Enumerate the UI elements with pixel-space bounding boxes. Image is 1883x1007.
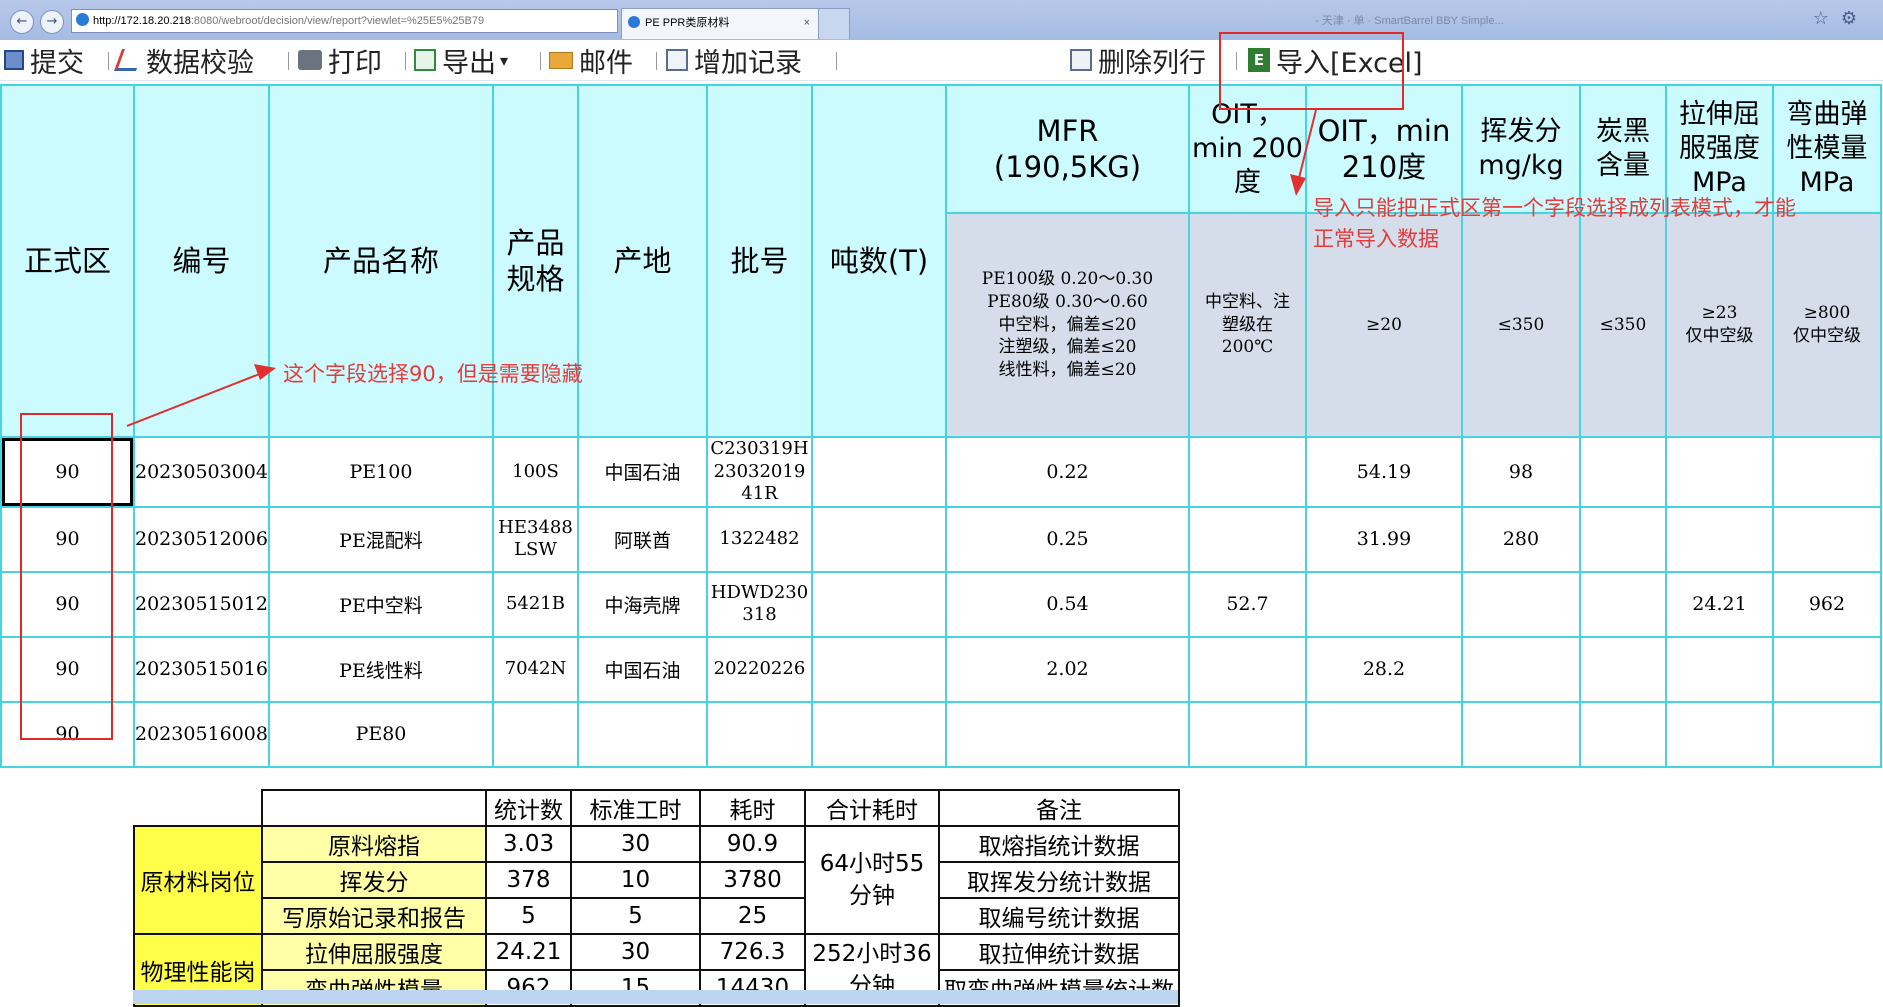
summary-row: 写原始记录和报告 5 5 25 取编号统计数据 [134, 897, 1180, 935]
summary-corner-item [261, 789, 487, 827]
summary-header-std: 标准工时 [570, 789, 701, 827]
summary-std: 10 [570, 861, 701, 899]
summary-row: 物理性能岗 拉伸屈服强度 24.21 30 726.3 252小时36分钟 取拉伸统计数据 [133, 933, 1180, 1007]
summary-count: 24.21 [485, 933, 572, 971]
summary-remark: 取拉伸统计数据 [938, 933, 1180, 971]
summary-row: 原材料岗位 原料熔指 3.03 30 90.9 64小时55分钟 取熔指统计数据 [133, 825, 1180, 935]
summary-corner [134, 790, 263, 827]
summary-item: 挥发分 [261, 861, 487, 899]
annotation-import-line1: 导入只能把正式区第一个字段选择成列表模式，才能 [1313, 196, 1796, 220]
summary-consume: 90.9 [699, 825, 806, 863]
horizontal-scrollbar[interactable] [133, 990, 1178, 1004]
summary-std: 30 [570, 933, 701, 971]
summary-item: 写原始记录和报告 [261, 897, 487, 935]
summary-consume: 726.3 [699, 933, 806, 971]
summary-header-remark: 备注 [938, 789, 1180, 827]
summary-header-consume: 耗时 [699, 789, 806, 827]
summary-group: 原材料岗位 [133, 825, 263, 935]
summary-item: 原料熔指 [261, 825, 487, 863]
summary-remark: 取挥发分统计数据 [938, 861, 1180, 899]
summary-remark: 取熔指统计数据 [938, 825, 1180, 863]
summary-std: 5 [570, 897, 701, 935]
annotation-import-line2: 正常导入数据 [1313, 227, 1439, 251]
summary-row: 挥发分 378 10 3780 取挥发分统计数据 [134, 861, 1180, 899]
summary-consume: 3780 [699, 861, 806, 899]
summary-count: 378 [485, 861, 572, 899]
summary-count: 5 [485, 897, 572, 935]
summary-table: 统计数 标准工时 耗时 合计耗时 备注 原材料岗位 原料熔指 3.03 30 90.9 6… [133, 789, 1180, 1007]
summary-header-count: 统计数 [485, 789, 572, 827]
annotation-hide-field: 这个字段选择90，但是需要隐藏 [283, 362, 583, 386]
summary-header-total: 合计耗时 [804, 789, 940, 827]
summary-remark: 取编号统计数据 [938, 897, 1180, 935]
summary-std: 30 [570, 825, 701, 863]
summary-count: 3.03 [485, 825, 572, 863]
summary-consume: 25 [699, 897, 806, 935]
summary-item: 拉伸屈服强度 [261, 933, 487, 971]
summary-total: 64小时55分钟 [804, 825, 940, 935]
